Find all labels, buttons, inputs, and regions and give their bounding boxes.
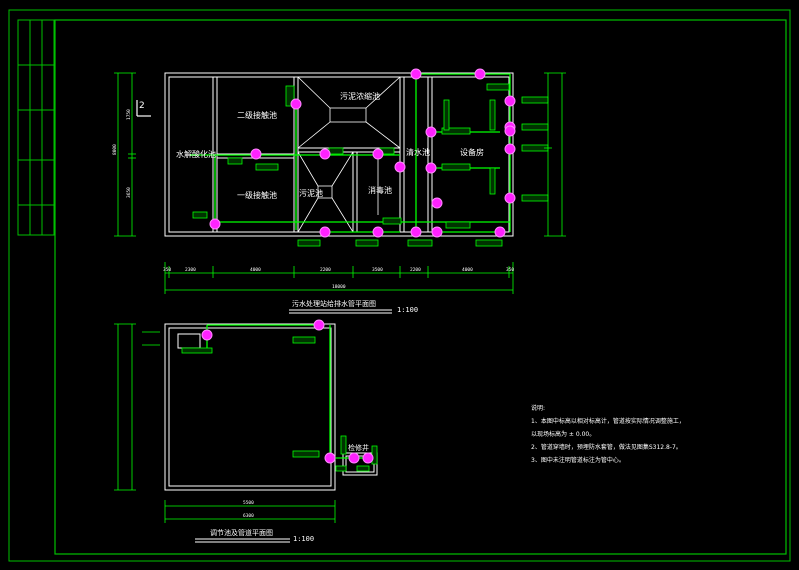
dim-total: 18000: [332, 284, 346, 290]
dim-3: 4000: [250, 267, 261, 273]
plan2-pipe-nodes: [201, 319, 374, 464]
dim-1: 350: [163, 267, 171, 273]
plan2-dimension-lines: [114, 323, 336, 523]
plan1-title-underline: [289, 309, 392, 314]
room-label-clear-water: 清水池: [406, 147, 430, 157]
plan1-room-labels: 污泥浓缩池 二级接触池 一级接触池 水解酸化池 清水池 设备房 污泥池 消毒池: [176, 91, 484, 200]
room-label-secondary-b: 一级接触池: [237, 190, 277, 200]
plan1-bottom-dimensions: 350 2300 4000 2200 3500 2200 4000 350 18…: [163, 267, 514, 290]
well-label: 检修井: [348, 443, 369, 452]
plan1-dimension-lines: [114, 72, 566, 294]
room-label-disinfect: 消毒池: [368, 185, 392, 195]
binding-strip: [17, 19, 55, 236]
dim-8: 350: [506, 267, 514, 273]
plan1-left-dimensions: 8000 1750 3650: [112, 109, 132, 198]
room-label-equipment: 设备房: [460, 147, 484, 157]
dim-5: 3500: [372, 267, 383, 273]
notes-item-2: 2、管道穿墙时，预埋防水套管，做法见图集S312.8-7。: [531, 444, 682, 451]
plan2-title: 调节池及管道平面图: [210, 528, 273, 537]
dim-7: 4000: [462, 267, 473, 273]
plan1-title: 污水处理站给排水管平面图: [292, 299, 376, 308]
cad-canvas: 污泥浓缩池 二级接触池 一级接触池 水解酸化池 清水池 设备房 污泥池 消毒池 …: [8, 9, 791, 562]
room-label-hydrolysis: 水解酸化池: [176, 149, 216, 159]
notes-item-1: 1、本图中标高以相对标高计，管道按实际情况调整施工，: [531, 418, 685, 425]
notes-item-1b: 以现场标高为 ± 0.00。: [531, 431, 596, 438]
plan2-width-dim: 5500: [243, 500, 254, 506]
plan2-title-underline: [195, 538, 290, 543]
plan2-total-dim: 6300: [243, 513, 254, 519]
dim-left-upper: 1750: [126, 109, 132, 120]
cad-drawing-viewer: 污泥浓缩池 二级接触池 一级接触池 水解酸化池 清水池 设备房 污泥池 消毒池 …: [0, 0, 799, 570]
dim-6: 2200: [410, 267, 421, 273]
section-mark-label: 2: [139, 101, 145, 111]
drawing-notes: 说明: 1、本图中标高以相对标高计，管道按实际情况调整施工， 以现场标高为 ± …: [531, 402, 781, 467]
room-label-sludge-thickening: 污泥浓缩池: [340, 91, 380, 101]
room-label-sludge: 污泥池: [299, 188, 323, 198]
notes-item-3: 3、图中未注明管道标注为管中心。: [531, 457, 625, 464]
dim-4: 2200: [320, 267, 331, 273]
room-label-secondary-a: 二级接触池: [237, 110, 277, 120]
notes-heading: 说明:: [531, 405, 546, 412]
dim-2: 2300: [185, 267, 196, 273]
plan2-scale: 1:100: [293, 535, 314, 543]
plan1-scale: 1:100: [397, 306, 418, 314]
dim-left-lower: 3650: [126, 187, 132, 198]
dim-left-total: 8000: [112, 144, 118, 155]
